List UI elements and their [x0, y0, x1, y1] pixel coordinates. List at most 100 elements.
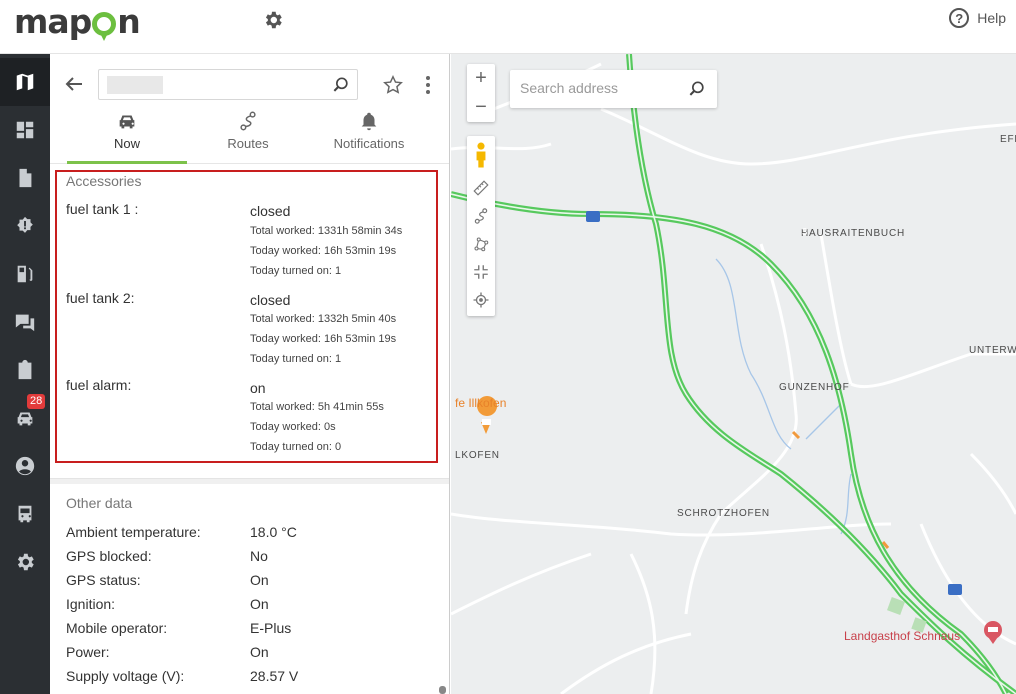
route-icon: [240, 111, 256, 131]
back-arrow-icon[interactable]: [62, 72, 86, 96]
other-data-label: Supply voltage (V):: [66, 668, 185, 684]
bus-icon: [18, 505, 32, 523]
place-label: UNTERW: [969, 345, 1016, 356]
nav-account[interactable]: [0, 442, 50, 490]
nav-alerts[interactable]: [0, 202, 50, 250]
object-details-panel: Now Routes Notifications Accessories fue…: [50, 54, 450, 694]
map-icon: [16, 73, 34, 91]
fit-bounds-tool[interactable]: [467, 258, 495, 286]
car-icon: [119, 115, 135, 129]
tab-routes[interactable]: Routes: [188, 110, 308, 164]
other-data-value: 18.0 °C: [250, 524, 297, 540]
other-data-value: No: [250, 548, 268, 564]
accessory-today-turned-on: Today turned on: 1: [250, 265, 342, 277]
other-data-label: GPS status:: [66, 572, 141, 588]
accessory-total-worked: Total worked: 1332h 5min 40s: [250, 313, 397, 325]
mapon-logo[interactable]: map n: [14, 2, 141, 41]
accessory-label: fuel tank 1 :: [66, 201, 139, 217]
accessory-value: closed: [250, 292, 291, 308]
top-bar: map n ? Help: [0, 0, 1016, 54]
polygon-icon: [474, 237, 489, 252]
address-search-input[interactable]: [520, 80, 690, 96]
nav-settings[interactable]: [0, 538, 50, 586]
other-data-value: 28.57 V: [250, 668, 299, 684]
place-label: GUNZENHOF: [779, 382, 850, 393]
accessory-today-worked: Today worked: 16h 53min 19s: [250, 333, 397, 345]
more-options-icon[interactable]: [420, 74, 436, 96]
ruler-icon: [473, 180, 489, 196]
tab-now[interactable]: Now: [67, 110, 187, 164]
zoom-in-button[interactable]: +: [467, 64, 495, 93]
other-data-label: Ignition:: [66, 596, 116, 612]
car-icon: [17, 412, 33, 426]
place-label: SCHROTZHOFEN: [677, 508, 770, 519]
document-icon: [19, 168, 32, 188]
route-icon: [474, 208, 488, 224]
logo-text-right: n: [117, 2, 140, 41]
accessory-value: closed: [250, 203, 291, 219]
other-data-value: On: [250, 572, 269, 588]
search-icon[interactable]: [331, 75, 351, 95]
user-icon: [15, 456, 35, 476]
address-search-box: [510, 70, 717, 108]
accessory-today-worked: Today worked: 16h 53min 19s: [250, 245, 397, 257]
bell-icon: [361, 112, 377, 131]
pegman-icon: [476, 142, 486, 168]
panel-header: Now Routes Notifications: [50, 54, 449, 164]
vehicles-count-badge: 28: [27, 394, 46, 409]
highway-shield-label: 3: [801, 227, 809, 238]
help-label: Help: [977, 10, 1006, 26]
nav-map[interactable]: [0, 58, 50, 106]
accessory-total-worked: Total worked: 5h 41min 55s: [250, 401, 384, 413]
search-icon[interactable]: [687, 79, 707, 99]
alert-gear-icon: [17, 216, 33, 233]
other-data-value: E-Plus: [250, 620, 292, 636]
help-link[interactable]: ? Help: [949, 8, 1006, 28]
route-tool[interactable]: [467, 202, 495, 230]
nav-messages[interactable]: [0, 298, 50, 346]
clipboard-icon: [18, 359, 32, 380]
settings-gear-icon[interactable]: [262, 9, 284, 31]
zoom-out-button[interactable]: −: [467, 93, 495, 122]
nav-vehicles[interactable]: 28: [0, 394, 50, 442]
collapse-icon: [474, 265, 488, 279]
polygon-tool[interactable]: [467, 230, 495, 258]
map-view[interactable]: 3 EFF HAUSRAITENBUCH UNTERW GUNZENHOF LK…: [451, 54, 1016, 694]
accessory-label: fuel tank 2:: [66, 290, 135, 306]
nav-fuel[interactable]: [0, 250, 50, 298]
nav-dashboard[interactable]: [0, 106, 50, 154]
other-data-label: Ambient temperature:: [66, 524, 201, 540]
help-icon: ?: [949, 8, 970, 28]
other-data-value: On: [250, 596, 269, 612]
accessory-total-worked: Total worked: 1331h 58min 34s: [250, 225, 403, 237]
favorite-star-icon[interactable]: [382, 74, 404, 96]
map-roads: [451, 54, 1016, 694]
nav-tasks[interactable]: [0, 346, 50, 394]
tab-notifications[interactable]: Notifications: [309, 110, 429, 164]
accessory-label: fuel alarm:: [66, 377, 132, 393]
map-tools-toolbar: [467, 136, 495, 316]
fuel-pump-icon: [17, 265, 33, 283]
poi-cafe-label[interactable]: fe Illkofen: [455, 396, 506, 410]
panel-scrollbar[interactable]: [439, 686, 446, 694]
logo-pin-icon: [92, 12, 117, 41]
nav-bus[interactable]: [0, 490, 50, 538]
tab-now-label: Now: [113, 136, 140, 151]
street-view-pegman[interactable]: [467, 138, 495, 172]
place-label: EFF: [1000, 134, 1016, 145]
poi-gasthof-label[interactable]: Landgasthof Schnaus: [844, 629, 960, 643]
accessory-today-worked: Today worked: 0s: [250, 421, 336, 433]
chat-icon: [15, 314, 35, 332]
nav-reports[interactable]: [0, 154, 50, 202]
zoom-controls: + −: [467, 64, 495, 122]
other-data-title: Other data: [66, 495, 133, 511]
tab-routes-label: Routes: [227, 136, 269, 151]
dashboard-icon: [16, 121, 34, 139]
settings-icon: [17, 553, 34, 571]
object-search-field[interactable]: [98, 69, 358, 100]
ruler-tool[interactable]: [467, 174, 495, 202]
redacted-object-name: [107, 76, 163, 94]
crosshair-icon: [473, 292, 489, 308]
my-location-tool[interactable]: [467, 286, 495, 314]
accessory-today-turned-on: Today turned on: 1: [250, 353, 342, 365]
